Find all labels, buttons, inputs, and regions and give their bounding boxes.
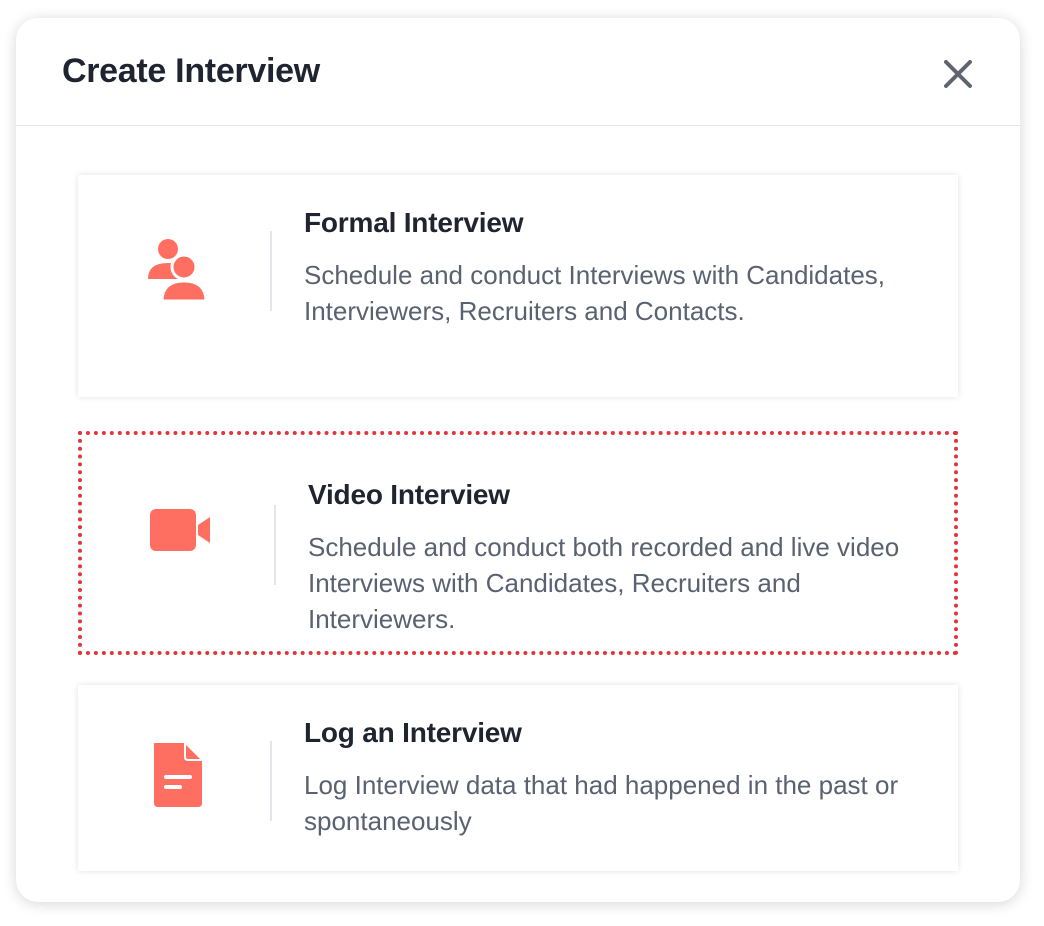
card-divider: [270, 741, 272, 821]
option-description: Schedule and conduct Interviews with Can…: [304, 260, 886, 326]
card-divider: [274, 505, 276, 585]
close-icon: [944, 60, 972, 88]
create-interview-dialog: Create Interview Formal Interview Schedu…: [16, 18, 1020, 902]
option-title: Log an Interview: [304, 717, 522, 748]
option-description: Log Interview data that had happened in …: [304, 770, 899, 836]
option-video-interview[interactable]: Video Interview Schedule and conduct bot…: [78, 431, 958, 655]
dialog-title: Create Interview: [62, 52, 320, 90]
option-log-interview[interactable]: Log an Interview Log Interview data that…: [78, 685, 958, 871]
video-camera-icon: [146, 499, 216, 569]
option-title: Video Interview: [308, 479, 510, 510]
document-icon: [142, 741, 212, 811]
option-title: Formal Interview: [304, 207, 524, 238]
option-formal-interview[interactable]: Formal Interview Schedule and conduct In…: [78, 175, 958, 397]
dialog-header: Create Interview: [16, 18, 1020, 126]
option-description: Schedule and conduct both recorded and l…: [308, 532, 900, 634]
users-icon: [142, 235, 212, 305]
close-button[interactable]: [938, 54, 978, 94]
card-divider: [270, 231, 272, 311]
